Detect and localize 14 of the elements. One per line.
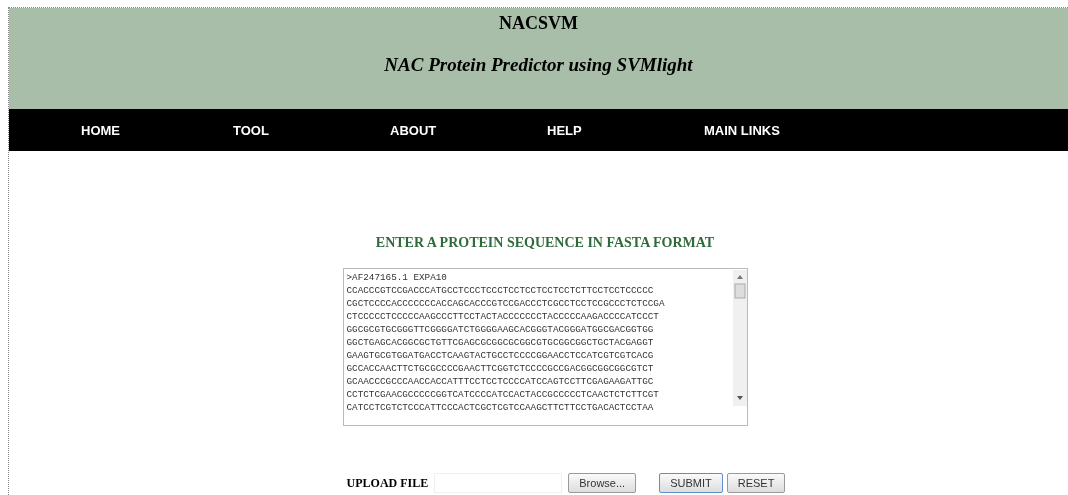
scrollbar-drawing[interactable] xyxy=(732,270,747,406)
form-heading: ENTER A PROTEIN SEQUENCE IN FASTA FORMAT xyxy=(375,235,715,251)
submit-button[interactable]: SUBMIT xyxy=(659,473,723,493)
site-subtitle: NAC Protein Predictor using SVMlight xyxy=(384,54,693,76)
site-title: NACSVM xyxy=(499,13,578,34)
upload-file-label: UPLOAD FILE xyxy=(346,475,429,491)
nav-link[interactable]: HOME xyxy=(81,122,233,138)
nav-link[interactable]: ABOUT xyxy=(390,122,547,138)
nav-link[interactable]: HELP xyxy=(547,122,704,138)
sequence-field[interactable]: >AF247165.1 EXPA10 CCACCCGTCCGACCCATGCCTCCCTCCCTCCTCCTCCTCCTCTTCCTCCTCCCCC CGCTCCCCACCCCCCCACCAGCACCCGTCCGACCCTCGCCTCCTCCGCCCTCTCCGA CTCCCCCTCCCCCAAGCCCTTCCTACTACCCCCCCTACCCCCAAGACCCCATCCCT GGCGCGTGCGGGTTCGGGGATCTGGGGAAGCACGGGTACGGGATGGCGACGGTGG GGCTGAGCACGGCGCTGTTCGAGCGCGGCGCGGCGTGCGGCGGCTGCTACGAGGT GAAGTGCGTGGATGACCTCAAGTACTGCCTCCCCGGAACCTCCATCGTCGTCACG GCCACCAACTTCTGCGCCCCGAACTTCGGTCTCCCCGCCGACGGCGGCGGCGTCT GCAACCCGCCCAACCACCATTTCCTCCTCCCCATCCAGTCCTTCGAGAAGATTGC CCTCTCGAACGCCCCCGGTCATCCCCATCCACTACCGCCCCCTCAACTCTCTTCGT CATCCTCGTCTCCCATTCCCACTCGCTCGTCCAAGCTTCTTCCTGACACTCCTAA xyxy=(342,268,748,426)
reset-button[interactable]: RESET xyxy=(726,473,786,493)
browse-button[interactable]: Browse... xyxy=(568,473,637,493)
nav-link[interactable]: MAIN LINKS xyxy=(704,122,861,138)
nav-link[interactable]: TOOL xyxy=(233,122,390,138)
